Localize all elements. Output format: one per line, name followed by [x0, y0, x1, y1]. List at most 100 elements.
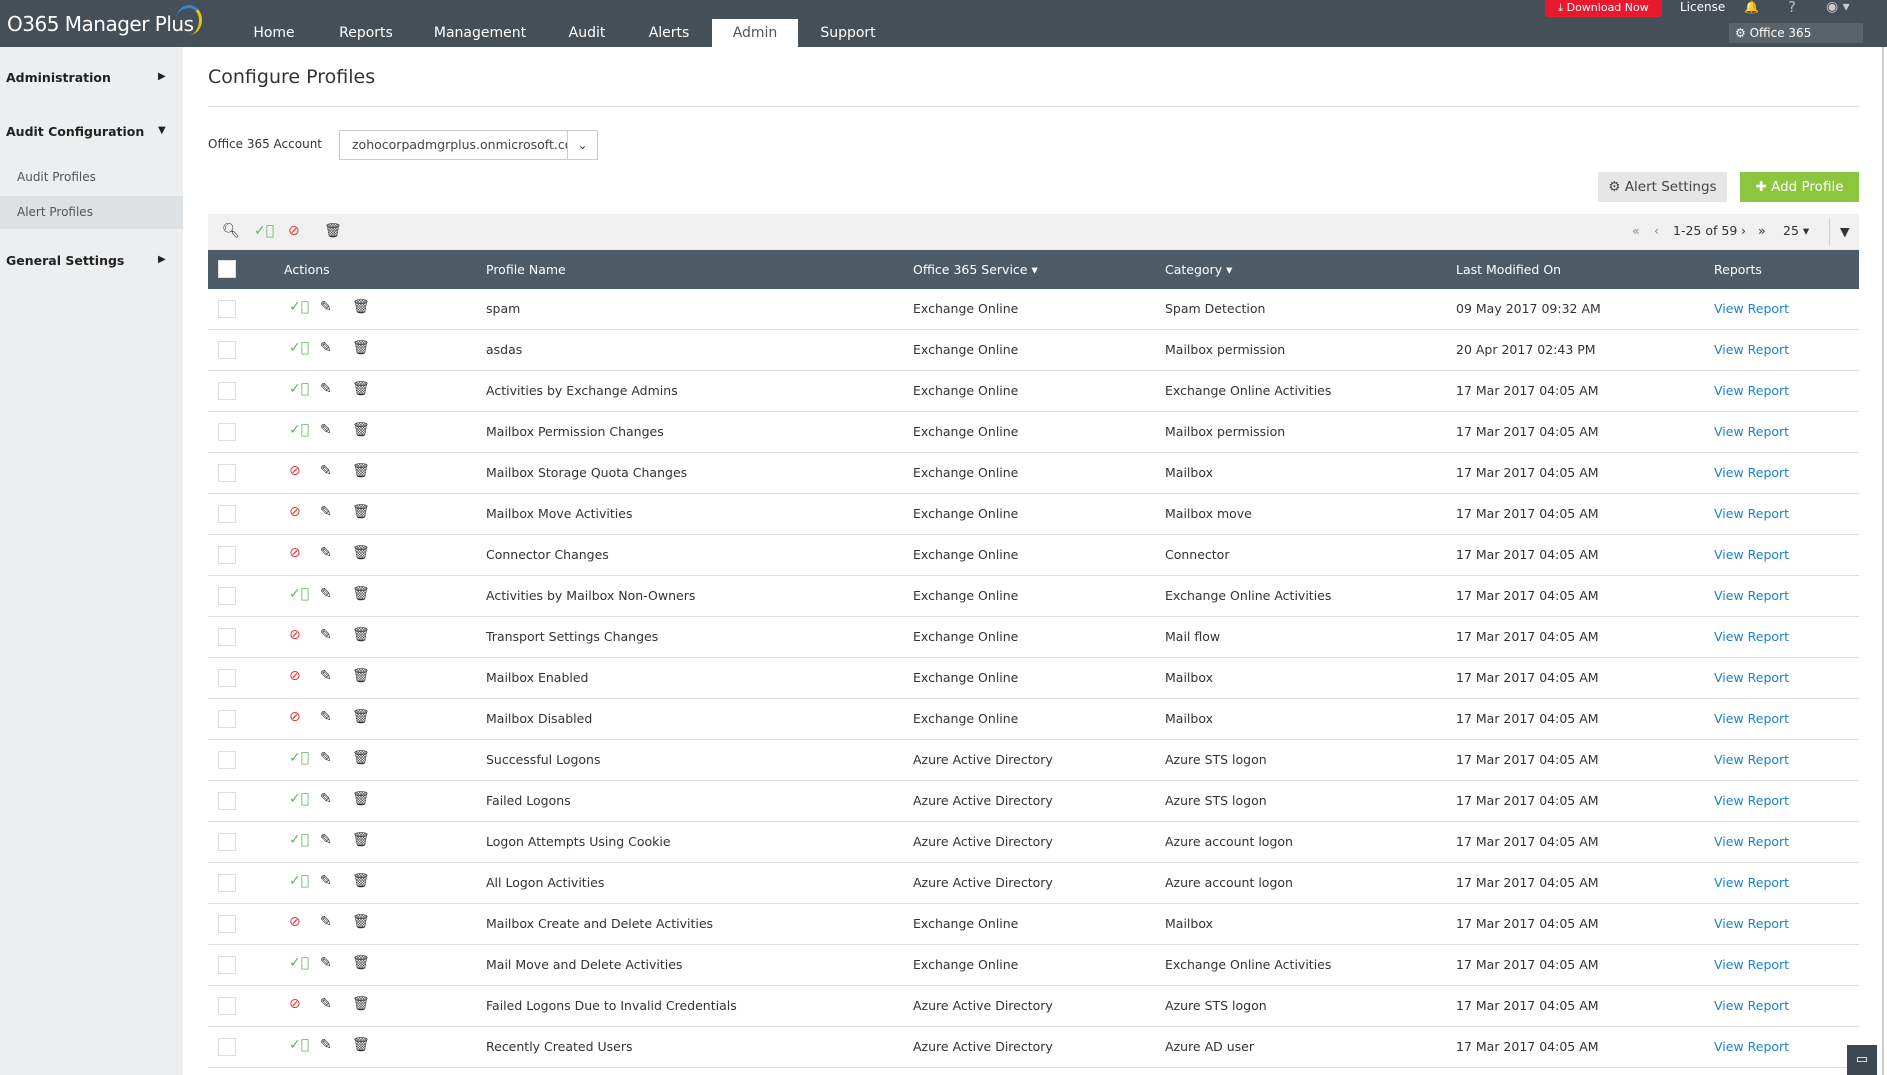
edit-pencil-icon[interactable]: ✎	[320, 750, 332, 766]
first-page-icon[interactable]: «	[1632, 223, 1640, 238]
disabled-status-icon[interactable]: ⊘	[289, 545, 301, 561]
select-all-checkbox[interactable]	[218, 260, 236, 278]
trash-icon[interactable]: 🗑︎	[352, 504, 370, 520]
edit-pencil-icon[interactable]: ✎	[320, 668, 332, 684]
view-report-link[interactable]: View Report	[1714, 711, 1789, 726]
trash-icon[interactable]: 🗑︎	[352, 627, 370, 643]
add-profile-button[interactable]: ✚ Add Profile	[1740, 172, 1859, 202]
trash-icon[interactable]: 🗑︎	[352, 422, 370, 438]
edit-pencil-icon[interactable]: ✎	[320, 914, 332, 930]
edit-pencil-icon[interactable]: ✎	[320, 832, 332, 848]
view-report-link[interactable]: View Report	[1714, 301, 1789, 316]
view-report-link[interactable]: View Report	[1714, 834, 1789, 849]
view-report-link[interactable]: View Report	[1714, 588, 1789, 603]
edit-pencil-icon[interactable]: ✎	[320, 1037, 332, 1053]
edit-pencil-icon[interactable]: ✎	[320, 299, 332, 315]
view-report-link[interactable]: View Report	[1714, 957, 1789, 972]
enabled-status-icon[interactable]: ✓⃝	[289, 955, 309, 971]
nav-home[interactable]: Home	[250, 19, 298, 47]
disabled-status-icon[interactable]: ⊘	[289, 709, 301, 725]
disabled-status-icon[interactable]: ⊘	[289, 463, 301, 479]
nav-audit[interactable]: Audit	[562, 19, 612, 47]
nav-support[interactable]: Support	[813, 19, 883, 47]
view-report-link[interactable]: View Report	[1714, 383, 1789, 398]
header-last-modified[interactable]: Last Modified On	[1456, 262, 1561, 277]
nav-alerts[interactable]: Alerts	[643, 19, 695, 47]
edit-pencil-icon[interactable]: ✎	[320, 545, 332, 561]
filter-icon[interactable]: ▼	[1829, 219, 1850, 245]
scrollbar[interactable]	[1882, 47, 1884, 1075]
edit-pencil-icon[interactable]: ✎	[320, 709, 332, 725]
row-checkbox[interactable]	[218, 341, 236, 359]
trash-icon[interactable]: 🗑︎	[352, 914, 370, 930]
office365-settings-button[interactable]: ⚙ Office 365 Settings	[1729, 23, 1863, 60]
edit-pencil-icon[interactable]: ✎	[320, 504, 332, 520]
trash-icon[interactable]: 🗑︎	[352, 340, 370, 356]
feedback-chat-icon[interactable]: ▭	[1847, 1045, 1877, 1075]
trash-icon[interactable]: 🗑︎	[352, 463, 370, 479]
alert-settings-button[interactable]: ⚙ Alert Settings	[1598, 172, 1727, 202]
disabled-status-icon[interactable]: ⊘	[289, 504, 301, 520]
trash-icon[interactable]: 🗑︎	[352, 1037, 370, 1053]
sidebar-administration[interactable]: Administration	[6, 70, 111, 85]
row-checkbox[interactable]	[218, 300, 236, 318]
nav-admin[interactable]: Admin	[712, 19, 798, 47]
row-checkbox[interactable]	[218, 423, 236, 441]
next-page-icon[interactable]: ›	[1741, 223, 1746, 238]
edit-pencil-icon[interactable]: ✎	[320, 873, 332, 889]
nav-management[interactable]: Management	[430, 19, 530, 47]
row-checkbox[interactable]	[218, 1038, 236, 1056]
enabled-status-icon[interactable]: ✓⃝	[289, 750, 309, 766]
enabled-status-icon[interactable]: ✓⃝	[289, 791, 309, 807]
enabled-status-icon[interactable]: ✓⃝	[289, 340, 309, 356]
trash-icon[interactable]: 🗑︎	[352, 381, 370, 397]
row-checkbox[interactable]	[218, 751, 236, 769]
enabled-status-icon[interactable]: ✓⃝	[289, 873, 309, 889]
per-page-select[interactable]: 25 ▾	[1783, 223, 1809, 238]
view-report-link[interactable]: View Report	[1714, 629, 1789, 644]
view-report-link[interactable]: View Report	[1714, 793, 1789, 808]
search-icon[interactable]: 🔍︎	[222, 223, 240, 239]
trash-icon[interactable]: 🗑︎	[324, 223, 342, 239]
download-now-button[interactable]: ⤓ Download Now	[1545, 0, 1662, 17]
row-checkbox[interactable]	[218, 956, 236, 974]
edit-pencil-icon[interactable]: ✎	[320, 422, 332, 438]
row-checkbox[interactable]	[218, 792, 236, 810]
enabled-status-icon[interactable]: ✓⃝	[289, 832, 309, 848]
row-checkbox[interactable]	[218, 710, 236, 728]
sidebar-audit-configuration[interactable]: Audit Configuration	[6, 124, 144, 139]
enable-icon[interactable]: ✓⃝	[254, 223, 274, 239]
row-checkbox[interactable]	[218, 874, 236, 892]
view-report-link[interactable]: View Report	[1714, 547, 1789, 562]
enabled-status-icon[interactable]: ✓⃝	[289, 422, 309, 438]
row-checkbox[interactable]	[218, 997, 236, 1015]
header-category[interactable]: Category ▾	[1165, 262, 1232, 277]
enabled-status-icon[interactable]: ✓⃝	[289, 381, 309, 397]
row-checkbox[interactable]	[218, 546, 236, 564]
edit-pencil-icon[interactable]: ✎	[320, 996, 332, 1012]
view-report-link[interactable]: View Report	[1714, 916, 1789, 931]
edit-pencil-icon[interactable]: ✎	[320, 586, 332, 602]
disable-icon[interactable]: ⊘	[288, 223, 300, 239]
enabled-status-icon[interactable]: ✓⃝	[289, 299, 309, 315]
license-link[interactable]: License	[1680, 0, 1725, 17]
user-menu-icon[interactable]: ◉ ▾	[1826, 0, 1850, 17]
trash-icon[interactable]: 🗑︎	[352, 996, 370, 1012]
view-report-link[interactable]: View Report	[1714, 342, 1789, 357]
trash-icon[interactable]: 🗑︎	[352, 873, 370, 889]
enabled-status-icon[interactable]: ✓⃝	[289, 586, 309, 602]
row-checkbox[interactable]	[218, 669, 236, 687]
edit-pencil-icon[interactable]: ✎	[320, 955, 332, 971]
edit-pencil-icon[interactable]: ✎	[320, 791, 332, 807]
view-report-link[interactable]: View Report	[1714, 875, 1789, 890]
disabled-status-icon[interactable]: ⊘	[289, 627, 301, 643]
trash-icon[interactable]: 🗑︎	[352, 955, 370, 971]
disabled-status-icon[interactable]: ⊘	[289, 914, 301, 930]
edit-pencil-icon[interactable]: ✎	[320, 381, 332, 397]
trash-icon[interactable]: 🗑︎	[352, 791, 370, 807]
view-report-link[interactable]: View Report	[1714, 998, 1789, 1013]
view-report-link[interactable]: View Report	[1714, 670, 1789, 685]
row-checkbox[interactable]	[218, 915, 236, 933]
edit-pencil-icon[interactable]: ✎	[320, 340, 332, 356]
header-service[interactable]: Office 365 Service ▾	[913, 262, 1038, 277]
